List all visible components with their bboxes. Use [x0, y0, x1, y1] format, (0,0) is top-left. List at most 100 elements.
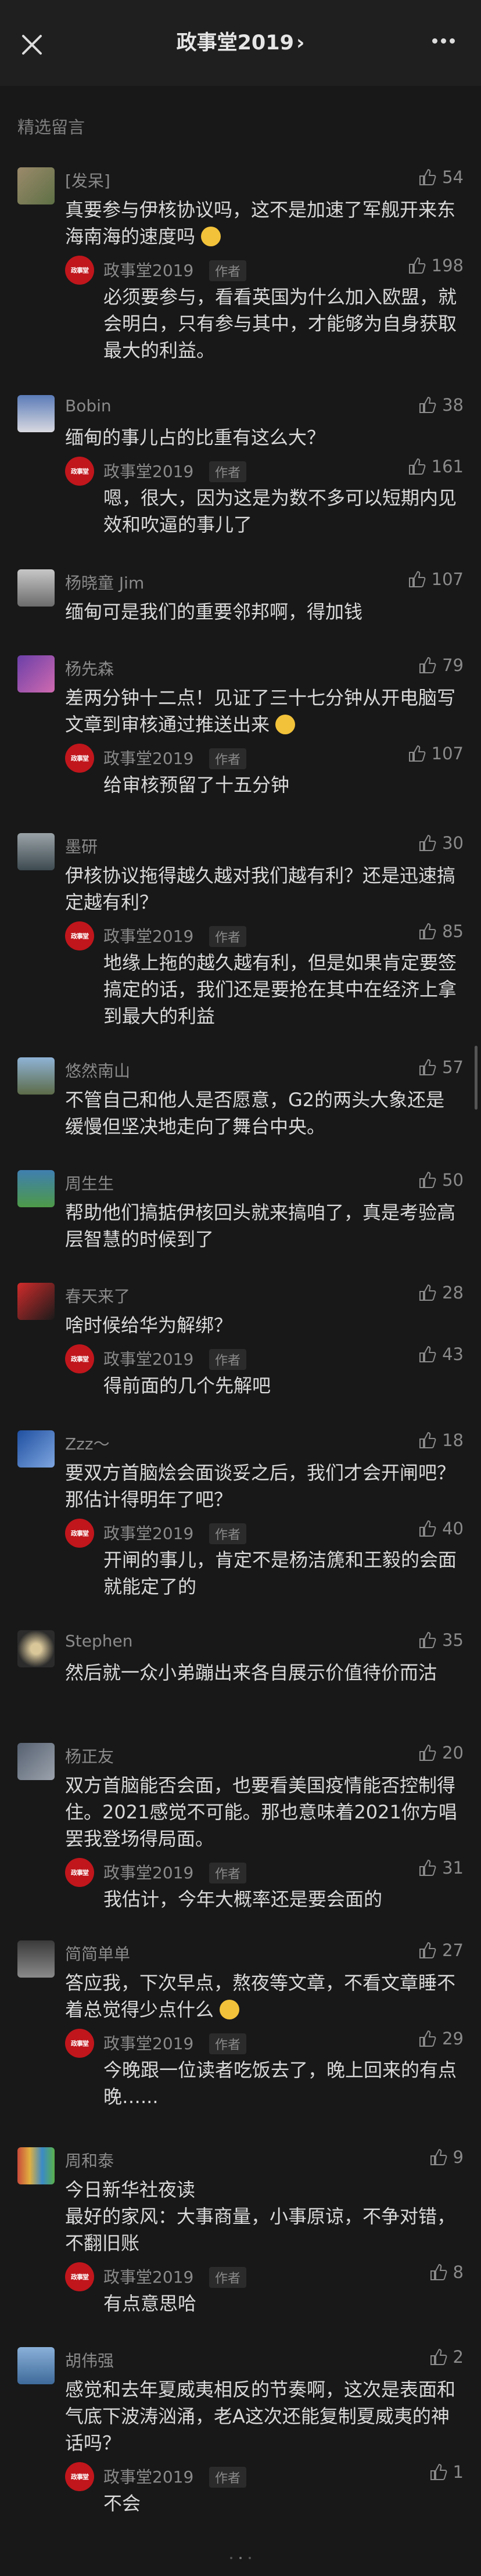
laugh-emoji-icon: [275, 715, 296, 734]
reply-like-button[interactable]: 43: [418, 1344, 464, 1364]
avatar[interactable]: [17, 167, 55, 204]
reply-text: 开闸的事儿，肯定不是杨洁篪和王毅的会面就能定了的: [103, 1549, 457, 1598]
like-button[interactable]: 54: [418, 167, 464, 187]
author-avatar: 政事堂: [65, 256, 94, 285]
like-button[interactable]: 30: [418, 833, 464, 853]
comment-author: 悠然南山: [65, 1061, 131, 1081]
avatar[interactable]: [17, 655, 55, 693]
thumbs-up-icon: [419, 1631, 436, 1648]
like-button[interactable]: 9: [429, 2147, 464, 2167]
author-tag: 作者: [209, 2267, 247, 2288]
like-count: 79: [442, 655, 464, 675]
comment-author: 简简单单: [65, 1944, 131, 1964]
like-button[interactable]: 50: [418, 1170, 464, 1190]
reply-like-count: 198: [431, 256, 464, 275]
like-count: 30: [442, 833, 464, 853]
reply-like-button[interactable]: 29: [418, 2029, 464, 2048]
reply-like-count: 29: [442, 2029, 464, 2048]
reply-author: 政事堂2019: [103, 2034, 194, 2053]
like-button[interactable]: 20: [418, 1743, 464, 1763]
thumbs-up-icon: [408, 745, 426, 762]
avatar[interactable]: [17, 2147, 55, 2184]
comment-text: 差两分钟十二点！见证了三十七分钟从开电脑写文章到审核通过推送出来: [65, 687, 456, 736]
comment-author: 胡伟强: [65, 2351, 114, 2370]
comment-text: 双方首脑能否会面，也要看美国疫情能否控制得住。2021感觉不可能。那也意味着20…: [65, 1774, 457, 1850]
author-avatar: 政事堂: [65, 2029, 94, 2058]
reply-author: 政事堂2019: [103, 1524, 194, 1543]
reply-text: 地缘上拖的越久越有利，但是如果肯定要签搞定的话，我们还是要抢在其中在经济上拿到最…: [103, 952, 457, 1027]
thumbs-up-icon: [408, 571, 426, 587]
avatar[interactable]: [17, 1940, 55, 1978]
comment-author: [发呆]: [65, 171, 110, 191]
like-button[interactable]: 27: [418, 1940, 464, 1960]
avatar[interactable]: [17, 1430, 55, 1468]
reply-author: 政事堂2019: [103, 261, 194, 280]
reply-like-button[interactable]: 8: [429, 2262, 464, 2282]
reply-like-count: 1: [453, 2462, 464, 2482]
like-button[interactable]: 35: [418, 1630, 464, 1650]
reply-text: 不会: [103, 2492, 141, 2514]
scrollbar[interactable]: [475, 1046, 478, 1110]
avatar[interactable]: [17, 1630, 55, 1667]
author-tag: 作者: [209, 2467, 247, 2488]
more-icon[interactable]: [432, 35, 461, 52]
reply-like-count: 43: [442, 1344, 464, 1364]
like-button[interactable]: 57: [418, 1057, 464, 1077]
avatar[interactable]: [17, 833, 55, 870]
comment-author: 春天来了: [65, 1287, 131, 1306]
author-avatar: 政事堂: [65, 1519, 94, 1548]
thumbs-up-icon: [419, 656, 436, 673]
reply-like-button[interactable]: 198: [407, 256, 464, 275]
comment-text: 今日新华社夜读 最好的家风：大事商量，小事原谅，不争对错，不翻旧账: [65, 2179, 456, 2254]
like-count: 54: [442, 167, 464, 187]
reply-author: 政事堂2019: [103, 1863, 194, 1882]
reply-like-button[interactable]: 40: [418, 1519, 464, 1538]
comment-author: 杨正友: [65, 1747, 114, 1766]
avatar[interactable]: [17, 1057, 55, 1095]
reply-text: 必须要参与，看看英国为什么加入欧盟，就会明白，只有参与其中，才能够为自身获取最大…: [103, 286, 457, 361]
like-button[interactable]: 38: [418, 395, 464, 415]
like-count: 20: [442, 1743, 464, 1763]
comment-text: 缅甸的事儿占的比重有这么大？: [65, 426, 326, 449]
reply-author: 政事堂2019: [103, 749, 194, 768]
reply-text: 得前面的几个先解吧: [103, 1375, 271, 1397]
like-button[interactable]: 2: [429, 2347, 464, 2367]
like-count: 38: [442, 395, 464, 415]
like-button[interactable]: 18: [418, 1430, 464, 1450]
thumbs-up-icon: [419, 923, 436, 939]
like-count: 35: [442, 1630, 464, 1650]
thumbs-up-icon: [430, 2463, 447, 2480]
like-button[interactable]: 79: [418, 655, 464, 675]
author-tag: 作者: [209, 748, 247, 769]
reply-text: 我估计，今年大概率还是要会面的: [103, 1888, 383, 1910]
reply-like-button[interactable]: 107: [407, 744, 464, 763]
avatar[interactable]: [17, 1170, 55, 1207]
reply-like-count: 161: [431, 457, 464, 476]
chevron-right-icon: ›: [296, 31, 305, 55]
author-tag: 作者: [209, 926, 247, 947]
reply-like-count: 8: [453, 2262, 464, 2282]
reply-like-count: 85: [442, 921, 464, 941]
avatar[interactable]: [17, 395, 55, 432]
comment-text: 真要参与伊核协议吗，这不是加速了军舰开来东海南海的速度吗: [65, 199, 456, 247]
avatar[interactable]: [17, 1743, 55, 1780]
like-button[interactable]: 28: [418, 1283, 464, 1303]
article-source-title[interactable]: 政事堂2019 ›: [0, 28, 481, 58]
reply-like-button[interactable]: 1: [429, 2462, 464, 2482]
author-tag: 作者: [209, 1523, 247, 1544]
reply-like-button[interactable]: 161: [407, 457, 464, 476]
reply-like-count: 31: [442, 1858, 464, 1878]
comment-text: 然后就一众小弟蹦出来各自展示价值待价而沽: [65, 1662, 437, 1684]
avatar[interactable]: [17, 1283, 55, 1320]
reply-like-button[interactable]: 31: [418, 1858, 464, 1878]
comment-author: Zzz～: [65, 1434, 110, 1454]
like-button[interactable]: 107: [407, 569, 464, 589]
smile-emoji-icon: [201, 227, 221, 246]
avatar[interactable]: [17, 2347, 55, 2384]
comment-text: 答应我，下次早点，熬夜等文章，不看文章睡不着总觉得少点什么: [65, 1972, 456, 2021]
avatar[interactable]: [17, 569, 55, 607]
reply-like-button[interactable]: 85: [418, 921, 464, 941]
thumbs-up-icon: [419, 1431, 436, 1448]
reply-author: 政事堂2019: [103, 1350, 194, 1369]
thumbs-up-icon: [419, 1520, 436, 1537]
